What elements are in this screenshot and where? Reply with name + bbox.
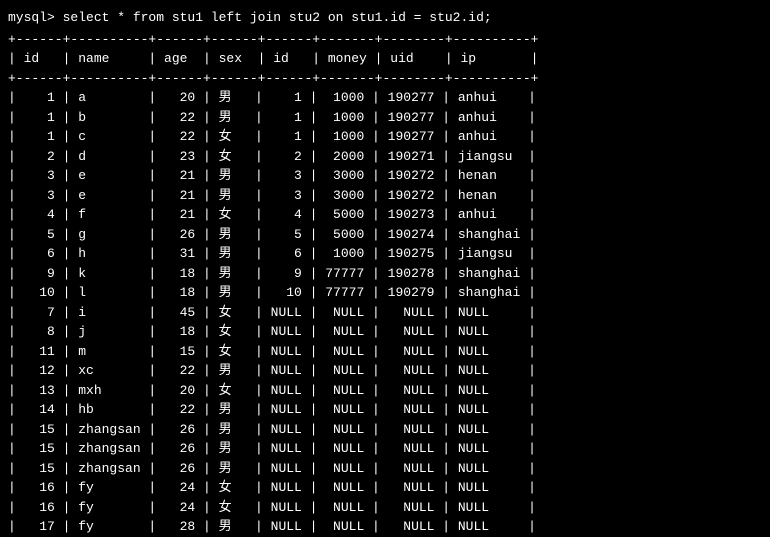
table-row: | 14 | hb | 22 | 男 | NULL | NULL | NULL … (8, 400, 762, 420)
table-separator-top: +------+----------+------+------+------+… (8, 30, 762, 50)
table-row: | 3 | e | 21 | 男 | 3 | 3000 | 190272 | h… (8, 166, 762, 186)
table-row: | 12 | xc | 22 | 男 | NULL | NULL | NULL … (8, 361, 762, 381)
table-row: | 10 | l | 18 | 男 | 10 | 77777 | 190279 … (8, 283, 762, 303)
table-row: | 8 | j | 18 | 女 | NULL | NULL | NULL | … (8, 322, 762, 342)
table-row: | 9 | k | 18 | 男 | 9 | 77777 | 190278 | … (8, 264, 762, 284)
sql-query: select * from stu1 left join stu2 on stu… (63, 10, 492, 25)
prompt-line: mysql> select * from stu1 left join stu2… (8, 8, 762, 28)
table-row: | 3 | e | 21 | 男 | 3 | 3000 | 190272 | h… (8, 186, 762, 206)
table-row: | 1 | c | 22 | 女 | 1 | 1000 | 190277 | a… (8, 127, 762, 147)
table-separator-mid: +------+----------+------+------+------+… (8, 69, 762, 89)
table-row: | 7 | i | 45 | 女 | NULL | NULL | NULL | … (8, 303, 762, 323)
table-row: | 6 | h | 31 | 男 | 6 | 1000 | 190275 | j… (8, 244, 762, 264)
table-row: | 1 | b | 22 | 男 | 1 | 1000 | 190277 | a… (8, 108, 762, 128)
table-row: | 11 | m | 15 | 女 | NULL | NULL | NULL |… (8, 342, 762, 362)
table-row: | 16 | fy | 24 | 女 | NULL | NULL | NULL … (8, 478, 762, 498)
table-row: | 5 | g | 26 | 男 | 5 | 5000 | 190274 | s… (8, 225, 762, 245)
mysql-prompt: mysql> (8, 10, 63, 25)
table-row: | 15 | zhangsan | 26 | 男 | NULL | NULL |… (8, 420, 762, 440)
table-row: | 15 | zhangsan | 26 | 男 | NULL | NULL |… (8, 439, 762, 459)
table-row: | 15 | zhangsan | 26 | 男 | NULL | NULL |… (8, 459, 762, 479)
table-row: | 17 | fy | 28 | 男 | NULL | NULL | NULL … (8, 517, 762, 537)
table-row: | 2 | d | 23 | 女 | 2 | 2000 | 190271 | j… (8, 147, 762, 167)
table-row: | 1 | a | 20 | 男 | 1 | 1000 | 190277 | a… (8, 88, 762, 108)
table-row: | 13 | mxh | 20 | 女 | NULL | NULL | NULL… (8, 381, 762, 401)
table-row: | 16 | fy | 24 | 女 | NULL | NULL | NULL … (8, 498, 762, 518)
table-row: | 4 | f | 21 | 女 | 4 | 5000 | 190273 | a… (8, 205, 762, 225)
table-header-row: | id | name | age | sex | id | money | u… (8, 49, 762, 69)
table-body: | 1 | a | 20 | 男 | 1 | 1000 | 190277 | a… (8, 88, 762, 537)
